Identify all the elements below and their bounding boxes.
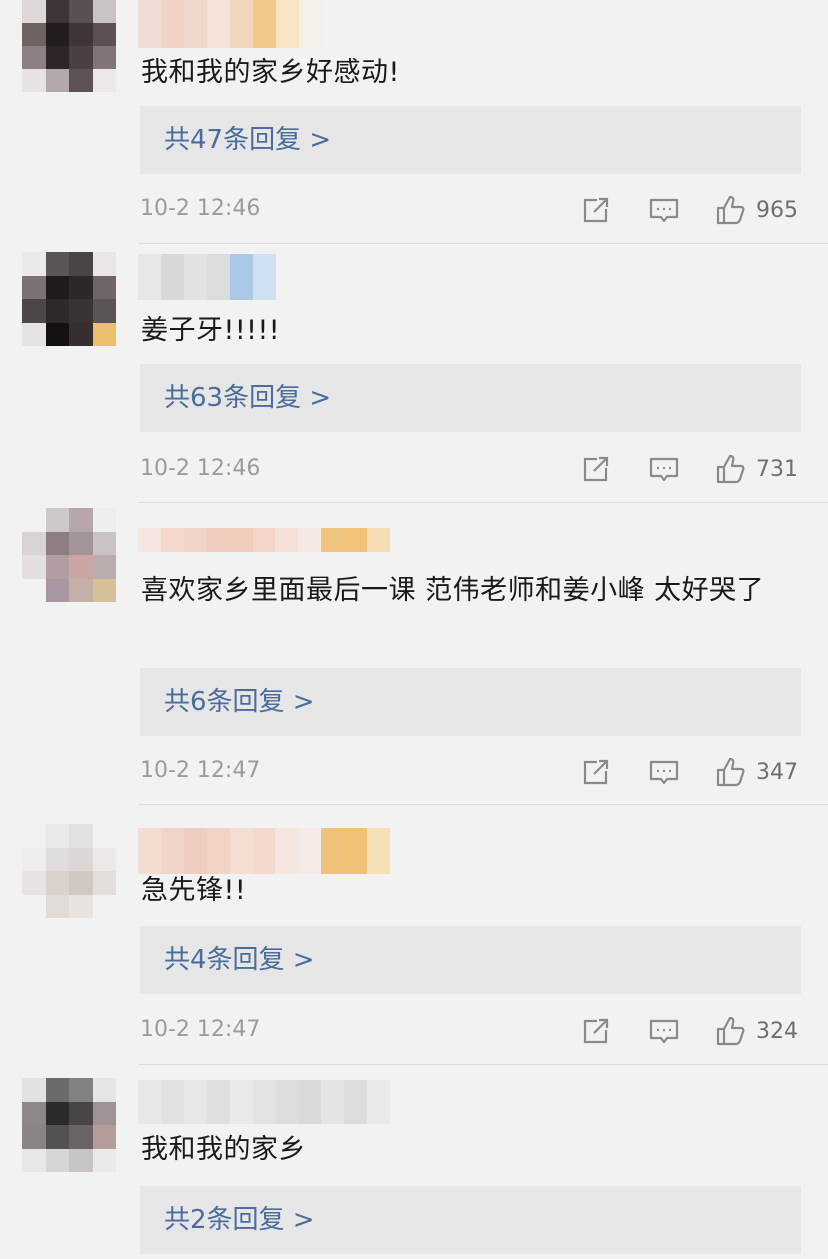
thumbs-up-icon[interactable] (714, 1015, 746, 1047)
comment-text: 我和我的家乡好感动! (141, 57, 400, 88)
username-blurred[interactable] (138, 0, 328, 48)
divider (138, 243, 828, 244)
view-replies-button[interactable]: 共47条回复 > (140, 106, 801, 174)
comment-icon[interactable] (648, 453, 680, 485)
view-replies-button[interactable]: 共63条回复 > (140, 364, 801, 432)
username-blurred[interactable] (138, 528, 390, 552)
avatar[interactable] (22, 252, 116, 346)
divider (138, 804, 828, 805)
avatar[interactable] (22, 1078, 116, 1172)
comment-actions: 731 (580, 452, 798, 486)
comment-item: 急先锋!! 共4条回复 > 10-2 12:47 324 (0, 812, 828, 1064)
comment-icon[interactable] (648, 194, 680, 226)
thumbs-up-icon[interactable] (714, 194, 746, 226)
comment-text: 急先锋!! (141, 875, 247, 906)
view-replies-button[interactable]: 共2条回复 > (140, 1186, 801, 1254)
comment-actions: 347 (580, 755, 798, 789)
avatar[interactable] (22, 508, 116, 602)
comment-text: 我和我的家乡 (141, 1134, 306, 1165)
share-icon[interactable] (580, 1015, 612, 1047)
share-icon[interactable] (580, 756, 612, 788)
reply-count-label: 共2条回复 > (164, 1205, 315, 1235)
reply-count-label: 共4条回复 > (164, 945, 315, 975)
comment-actions: 965 (580, 193, 798, 227)
comment-item: 喜欢家乡里面最后一课 范伟老师和姜小峰 太好哭了 共6条回复 > 10-2 12… (0, 508, 828, 804)
username-blurred[interactable] (138, 254, 276, 300)
comment-text: 姜子牙!!!!! (141, 315, 281, 346)
divider (138, 502, 828, 503)
reply-count-label: 共63条回复 > (164, 383, 332, 413)
like-count: 731 (756, 456, 798, 482)
comment-icon[interactable] (648, 1015, 680, 1047)
reply-count-label: 共47条回复 > (164, 125, 332, 155)
share-icon[interactable] (580, 453, 612, 485)
divider (138, 1064, 828, 1065)
comment-item: 我和我的家乡好感动! 共47条回复 > 10-2 12:46 965 (0, 0, 828, 243)
thumbs-up-icon[interactable] (714, 756, 746, 788)
avatar[interactable] (22, 824, 116, 918)
avatar[interactable] (22, 0, 116, 92)
thumbs-up-icon[interactable] (714, 453, 746, 485)
share-icon[interactable] (580, 194, 612, 226)
timestamp: 10-2 12:47 (140, 1017, 261, 1042)
like-count: 324 (756, 1018, 798, 1044)
comment-icon[interactable] (648, 756, 680, 788)
username-blurred[interactable] (138, 1080, 390, 1124)
timestamp: 10-2 12:47 (140, 758, 261, 783)
comment-item: 姜子牙!!!!! 共63条回复 > 10-2 12:46 731 (0, 252, 828, 502)
timestamp: 10-2 12:46 (140, 456, 261, 481)
like-count: 347 (756, 759, 798, 785)
view-replies-button[interactable]: 共4条回复 > (140, 926, 801, 994)
reply-count-label: 共6条回复 > (164, 687, 315, 717)
like-count: 965 (756, 197, 798, 223)
timestamp: 10-2 12:46 (140, 196, 261, 221)
comment-actions: 324 (580, 1014, 798, 1048)
view-replies-button[interactable]: 共6条回复 > (140, 668, 801, 736)
comment-text: 喜欢家乡里面最后一课 范伟老师和姜小峰 太好哭了 (141, 575, 765, 606)
comment-item: 我和我的家乡 共2条回复 > (0, 1078, 828, 1259)
